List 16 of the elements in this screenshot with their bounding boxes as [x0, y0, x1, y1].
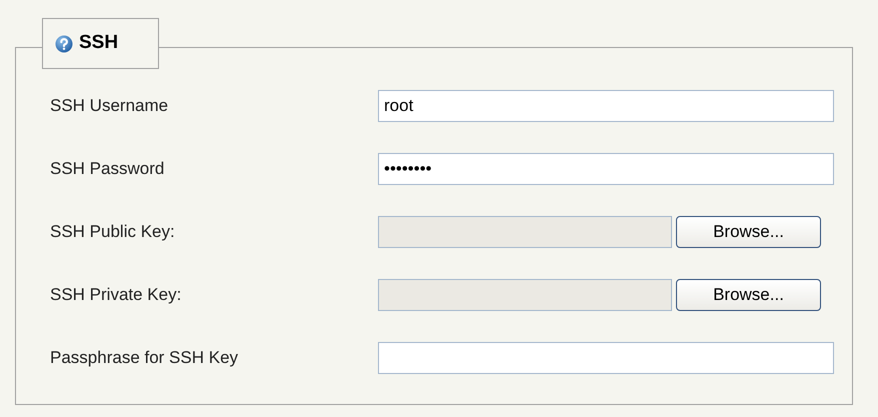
field-label: SSH Public Key:: [50, 221, 176, 244]
field-value: ••••••••: [384, 158, 432, 180]
section-title: SSH: [79, 31, 118, 56]
browse-button[interactable]: Browse...: [676, 279, 821, 311]
field-label: Passphrase for SSH Key: [50, 347, 240, 370]
file-path-field[interactable]: [378, 279, 672, 311]
browse-button[interactable]: Browse...: [676, 216, 821, 248]
input-field[interactable]: ••••••••: [378, 153, 834, 185]
file-path-field[interactable]: [378, 216, 672, 248]
help-icon[interactable]: [55, 34, 73, 52]
field-label: SSH Password: [50, 158, 166, 180]
input-field[interactable]: [378, 342, 834, 374]
field-value: root: [384, 95, 414, 118]
field-label: SSH Username: [50, 95, 170, 118]
field-label: SSH Private Key:: [50, 284, 182, 306]
input-field[interactable]: root: [378, 90, 834, 122]
